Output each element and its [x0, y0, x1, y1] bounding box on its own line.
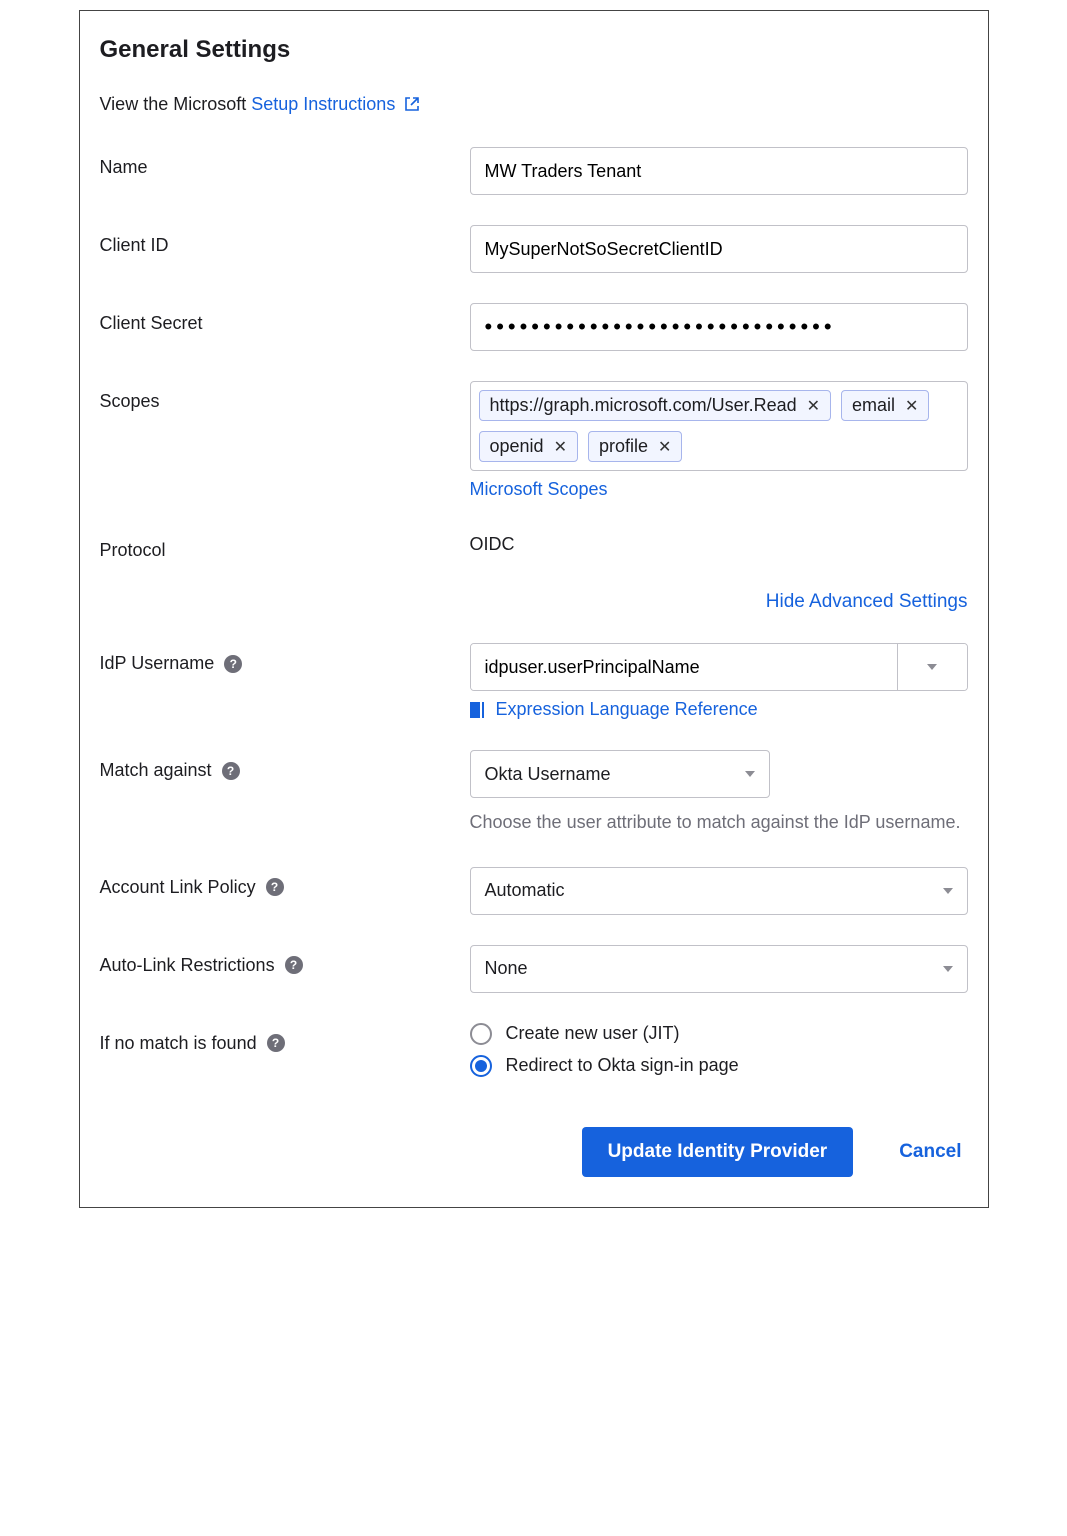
account-link-value: Automatic — [485, 880, 565, 901]
help-icon[interactable]: ? — [285, 956, 303, 974]
cancel-button[interactable]: Cancel — [893, 1140, 967, 1164]
no-match-option-jit[interactable]: Create new user (JIT) — [470, 1023, 968, 1045]
name-label: Name — [100, 147, 470, 178]
help-icon[interactable]: ? — [267, 1034, 285, 1052]
radio-icon — [470, 1023, 492, 1045]
client-id-label: Client ID — [100, 225, 470, 256]
auto-link-label: Auto-Link Restrictions — [100, 955, 275, 976]
account-link-label: Account Link Policy — [100, 877, 256, 898]
client-secret-label: Client Secret — [100, 303, 470, 334]
external-link-icon — [404, 96, 420, 117]
account-link-select[interactable]: Automatic — [470, 867, 968, 915]
scope-tag[interactable]: profile ✕ — [588, 431, 682, 462]
scope-tag-label: profile — [599, 436, 648, 457]
chevron-down-icon — [745, 771, 755, 777]
scope-tag-label: https://graph.microsoft.com/User.Read — [490, 395, 797, 416]
chevron-down-icon — [927, 664, 937, 670]
setup-instructions-label: Setup Instructions — [251, 94, 395, 114]
scopes-input[interactable]: https://graph.microsoft.com/User.Read ✕ … — [470, 381, 968, 471]
match-against-label: Match against — [100, 760, 212, 781]
client-secret-input[interactable] — [470, 303, 968, 351]
help-icon[interactable]: ? — [266, 878, 284, 896]
match-against-help: Choose the user attribute to match again… — [470, 808, 968, 837]
remove-icon[interactable]: ✕ — [658, 437, 671, 457]
auto-link-select[interactable]: None — [470, 945, 968, 993]
idp-username-input[interactable] — [471, 644, 897, 690]
section-title: General Settings — [100, 36, 968, 64]
scope-tag-label: email — [852, 395, 895, 416]
protocol-label: Protocol — [100, 530, 470, 561]
no-match-label: If no match is found — [100, 1033, 257, 1054]
chevron-down-icon — [943, 966, 953, 972]
setup-instructions-link[interactable]: Setup Instructions — [251, 94, 420, 114]
scope-tag[interactable]: email ✕ — [841, 390, 929, 421]
scope-tag-label: openid — [490, 436, 544, 457]
help-icon[interactable]: ? — [224, 655, 242, 673]
help-icon[interactable]: ? — [222, 762, 240, 780]
auto-link-value: None — [485, 958, 528, 979]
remove-icon[interactable]: ✕ — [554, 437, 567, 457]
expression-language-link[interactable]: Expression Language Reference — [496, 699, 758, 720]
client-id-input[interactable] — [470, 225, 968, 273]
setup-instructions-line: View the Microsoft Setup Instructions — [100, 94, 968, 117]
no-match-option-redirect[interactable]: Redirect to Okta sign-in page — [470, 1055, 968, 1077]
no-match-jit-label: Create new user (JIT) — [506, 1023, 680, 1044]
match-against-value: Okta Username — [485, 764, 611, 785]
scope-tag[interactable]: https://graph.microsoft.com/User.Read ✕ — [479, 390, 832, 421]
microsoft-scopes-link[interactable]: Microsoft Scopes — [470, 479, 608, 500]
match-against-select[interactable]: Okta Username — [470, 750, 770, 798]
hide-advanced-link[interactable]: Hide Advanced Settings — [766, 591, 968, 612]
scope-tag[interactable]: openid ✕ — [479, 431, 578, 462]
remove-icon[interactable]: ✕ — [905, 396, 918, 416]
no-match-redirect-label: Redirect to Okta sign-in page — [506, 1055, 739, 1076]
name-input[interactable] — [470, 147, 968, 195]
remove-icon[interactable]: ✕ — [807, 396, 820, 416]
idp-username-combo[interactable] — [470, 643, 968, 691]
scopes-label: Scopes — [100, 381, 470, 412]
update-idp-button[interactable]: Update Identity Provider — [582, 1127, 854, 1177]
idp-username-dropdown-button[interactable] — [897, 644, 967, 690]
intro-prefix: View the Microsoft — [100, 94, 252, 114]
general-settings-panel: General Settings View the Microsoft Setu… — [79, 10, 989, 1208]
protocol-value: OIDC — [470, 530, 968, 555]
idp-username-label: IdP Username — [100, 653, 215, 674]
book-icon — [470, 702, 484, 718]
radio-icon — [470, 1055, 492, 1077]
chevron-down-icon — [943, 888, 953, 894]
